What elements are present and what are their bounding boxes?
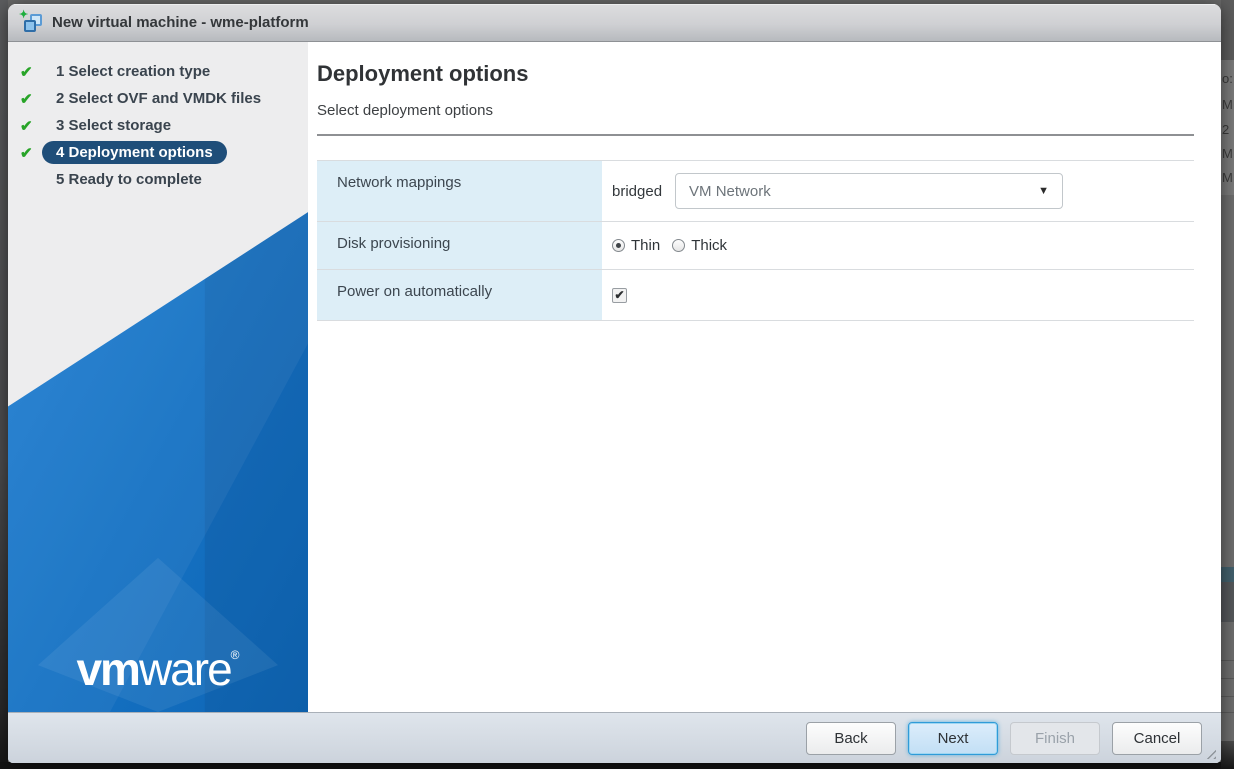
step-item-select-ovf-vmdk[interactable]: ✔ 2 Select OVF and VMDK files	[8, 85, 308, 112]
network-select[interactable]: VM Network ▼	[675, 173, 1064, 209]
new-vm-icon: ✦	[19, 9, 43, 33]
step-check-icon: ✔	[20, 90, 33, 108]
dialog-footer: Back Next Finish Cancel	[8, 712, 1221, 763]
background-text-fragment: o:	[1222, 71, 1233, 86]
step-item-deployment-options[interactable]: ✔ 4 Deployment options	[8, 139, 308, 166]
background-text-fragment: M	[1222, 170, 1233, 185]
dialog-body: ✔ 1 Select creation type ✔ 2 Select OVF …	[8, 42, 1221, 712]
table-row-disk-provisioning: Disk provisioning Thin Thick	[317, 221, 1194, 270]
step-check-icon: ✔	[20, 144, 33, 162]
step-label: 4 Deployment options	[42, 141, 227, 164]
background-band-dark	[1221, 582, 1234, 622]
chevron-down-icon: ▼	[1038, 185, 1050, 197]
background-page-strip: o: M 2 M M	[1221, 0, 1234, 769]
wizard-sidebar: ✔ 1 Select creation type ✔ 2 Select OVF …	[8, 42, 308, 712]
background-text-fragment: 2	[1222, 122, 1230, 137]
network-source-label: bridged	[612, 182, 663, 200]
background-text-fragment: M	[1222, 97, 1233, 112]
wizard-content: Deployment options Select deployment opt…	[308, 42, 1221, 712]
desktop-bottom-strip	[0, 762, 1234, 769]
background-band-blue	[1221, 567, 1234, 582]
page-title: Deployment options	[317, 61, 529, 86]
step-check-icon: ✔	[20, 63, 33, 81]
wizard-steps: ✔ 1 Select creation type ✔ 2 Select OVF …	[8, 42, 308, 193]
new-badge-icon: ✦	[19, 8, 29, 21]
desktop-left-strip	[0, 0, 8, 769]
new-vm-wizard-dialog: ✦ New virtual machine - wme-platform ✔ 1…	[8, 4, 1221, 763]
radio-thin-label: Thin	[631, 237, 661, 254]
finish-button[interactable]: Finish	[1010, 721, 1100, 755]
page-subtitle: Select deployment options	[317, 102, 493, 119]
step-item-ready-to-complete[interactable]: 5 Ready to complete	[8, 166, 308, 193]
vmware-logo: vmware®	[8, 646, 308, 692]
options-table: Network mappings bridged VM Network ▼ Di…	[317, 160, 1194, 321]
background-band-text: o: M 2 M M	[1221, 60, 1234, 195]
radio-thin[interactable]	[612, 239, 625, 252]
vm-icon-front-square	[24, 19, 36, 32]
back-button[interactable]: Back	[806, 721, 896, 755]
power-on-label: Power on automatically	[317, 269, 602, 321]
step-check-icon: ✔	[20, 117, 33, 135]
step-item-select-storage[interactable]: ✔ 3 Select storage	[8, 112, 308, 139]
radio-thick[interactable]	[672, 239, 686, 252]
background-text-fragment: M	[1222, 146, 1233, 161]
background-band-bottom	[1221, 741, 1234, 769]
step-label: 3 Select storage	[56, 117, 172, 134]
next-button[interactable]: Next	[908, 721, 998, 755]
step-item-select-creation-type[interactable]: ✔ 1 Select creation type	[8, 58, 308, 85]
cancel-button[interactable]: Cancel	[1112, 721, 1202, 755]
background-row-line	[1221, 696, 1234, 697]
power-on-checkbox[interactable]: ✔	[612, 287, 627, 303]
vmware-logo-ware: ware	[138, 643, 233, 695]
background-row-line	[1221, 678, 1234, 679]
network-select-value: VM Network	[689, 182, 771, 200]
table-row-power-on: Power on automatically ✔	[317, 269, 1194, 321]
background-band-top	[1221, 0, 1234, 60]
disk-provisioning-label: Disk provisioning	[317, 221, 602, 270]
resize-handle[interactable]	[1205, 748, 1216, 759]
registered-mark: ®	[230, 648, 240, 662]
heading-divider	[317, 134, 1194, 136]
background-row-line	[1221, 660, 1234, 661]
step-label: 1 Select creation type	[56, 63, 211, 80]
background-row-line	[1221, 712, 1234, 713]
dialog-title: New virtual machine - wme-platform	[52, 14, 309, 31]
title-bar: ✦ New virtual machine - wme-platform	[8, 4, 1221, 42]
table-row-network-mappings: Network mappings bridged VM Network ▼	[317, 160, 1194, 222]
vmware-logo-vm: vm	[76, 643, 141, 695]
radio-thick-label: Thick	[691, 237, 728, 254]
step-label: 2 Select OVF and VMDK files	[56, 90, 262, 107]
step-label: 5 Ready to complete	[56, 171, 202, 188]
network-mappings-label: Network mappings	[317, 160, 602, 222]
